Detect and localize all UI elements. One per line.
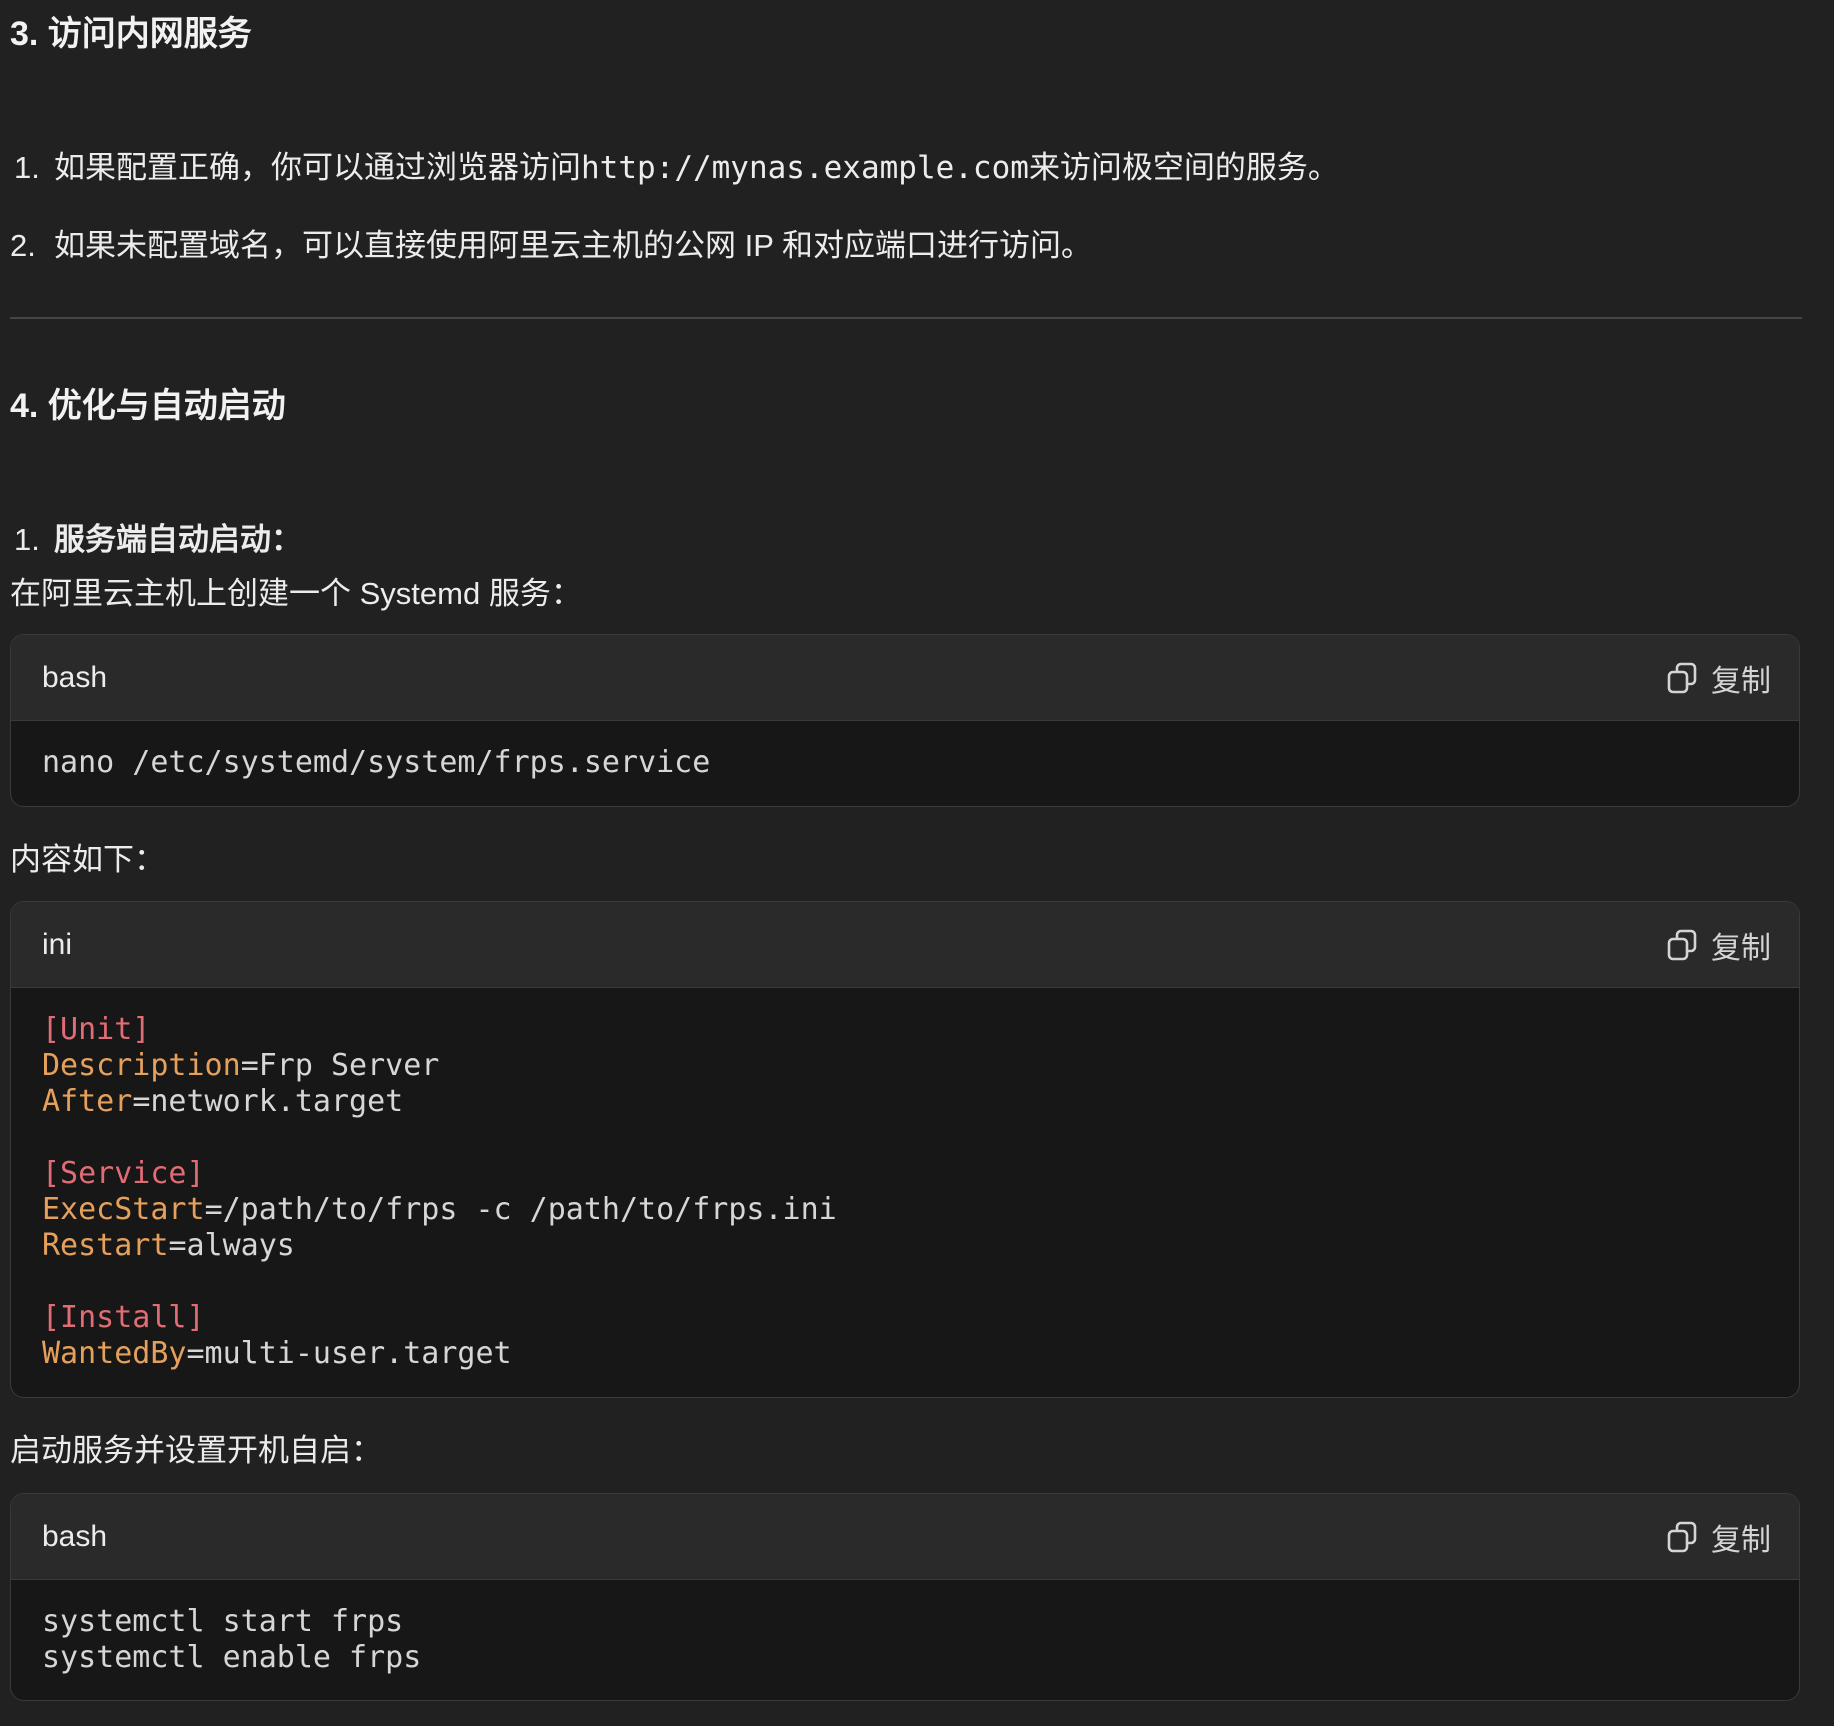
code-block-header: bash 复制 <box>11 1494 1799 1580</box>
code-token-key: ExecStart <box>42 1192 205 1227</box>
copy-label: 复制 <box>1711 664 1771 698</box>
copy-button[interactable]: 复制 <box>1667 1515 1771 1559</box>
list-item: 1. 服务端自动启动： <box>14 520 1794 560</box>
list-text: 来访问极空间的服务。 <box>1028 150 1339 185</box>
section-4-heading: 4. 优化与自动启动 <box>10 387 286 425</box>
chat-response: 3. 访问内网服务 1. 如果配置正确，你可以通过浏览器访问 http://my… <box>0 0 1834 1726</box>
list-item: 1. 如果配置正确，你可以通过浏览器访问 http://mynas.exampl… <box>14 148 1794 188</box>
code-block: bash 复制 nano /etc/systemd/system/frps.se… <box>10 634 1800 807</box>
code-token-section: [Unit] <box>42 1012 151 1047</box>
copy-icon <box>1667 929 1697 961</box>
code-token-val: systemctl start frps <box>42 1604 404 1639</box>
list-number: 1. <box>14 522 40 557</box>
code-line: WantedBy=multi-user.target <box>42 1336 1768 1372</box>
code-token-section: [Install] <box>42 1300 205 1335</box>
section-3-heading: 3. 访问内网服务 <box>10 15 252 53</box>
code-block: ini 复制 [Unit] Description=Frp Server After… <box>10 901 1800 1398</box>
copy-button[interactable]: 复制 <box>1667 656 1771 700</box>
code-language-label: ini <box>42 927 73 961</box>
copy-label: 复制 <box>1711 931 1771 965</box>
list-number: 2. <box>10 228 36 263</box>
list-text: 如果未配置域名，可以直接使用阿里云主机的公网 IP 和对应端口进行访问。 <box>54 228 1092 263</box>
code-token-val: nano /etc/systemd/system/frps.service <box>42 745 711 780</box>
code-line: [Service] <box>42 1156 1768 1192</box>
code-token-key: WantedBy <box>42 1336 187 1371</box>
code-content: systemctl start frps systemctl enable frp… <box>11 1580 1799 1698</box>
code-line: systemctl start frps <box>42 1604 1768 1640</box>
paragraph-content-label: 内容如下： <box>10 842 165 877</box>
code-line: Restart=always <box>42 1228 1768 1264</box>
code-token-section: [Service] <box>42 1156 205 1191</box>
paragraph-intro: 在阿里云主机上创建一个 Systemd 服务： <box>10 576 582 611</box>
code-line: systemctl enable frps <box>42 1640 1768 1676</box>
code-language-label: bash <box>42 1519 108 1553</box>
paragraph-start-label: 启动服务并设置开机自启： <box>10 1433 382 1468</box>
code-language-label: bash <box>42 660 108 694</box>
code-block-header: ini 复制 <box>11 902 1799 988</box>
code-content: [Unit] Description=Frp Server After=networ… <box>11 988 1799 1394</box>
code-token-key: After <box>42 1084 133 1119</box>
code-token-val: =network.target <box>132 1084 404 1119</box>
list-text: 如果配置正确，你可以通过浏览器访问 <box>54 150 581 185</box>
code-block: bash 复制 systemctl start frps systemctl en… <box>10 1493 1800 1701</box>
copy-label: 复制 <box>1711 1523 1771 1557</box>
code-line: nano /etc/systemd/system/frps.service <box>42 745 1768 781</box>
copy-button[interactable]: 复制 <box>1667 923 1771 967</box>
code-token-val: =multi-user.target <box>186 1336 512 1371</box>
code-token-val: =always <box>168 1228 295 1263</box>
copy-icon <box>1667 1521 1697 1553</box>
list-number: 1. <box>14 150 40 185</box>
code-line: [Unit] <box>42 1012 1768 1048</box>
section-divider <box>10 317 1802 319</box>
list-label-bold: 服务端自动启动： <box>54 522 302 557</box>
code-line: [Install] <box>42 1300 1768 1336</box>
code-line: After=network.target <box>42 1084 1768 1120</box>
code-content: nano /etc/systemd/system/frps.service <box>11 721 1799 803</box>
code-token-key: Description <box>42 1048 241 1083</box>
code-block-header: bash 复制 <box>11 635 1799 721</box>
code-token-val: =Frp Server <box>240 1048 440 1083</box>
code-line: Description=Frp Server <box>42 1048 1768 1084</box>
inline-code-url[interactable]: http://mynas.example.com <box>581 148 1029 188</box>
code-token-val: systemctl enable frps <box>42 1640 422 1675</box>
code-token-key: Restart <box>42 1228 169 1263</box>
copy-icon <box>1667 662 1697 694</box>
code-line: ExecStart=/path/to/frps -c /path/to/frps… <box>42 1192 1768 1228</box>
code-token-val: =/path/to/frps -c /path/to/frps.ini <box>204 1192 837 1227</box>
list-item: 2. 如果未配置域名，可以直接使用阿里云主机的公网 IP 和对应端口进行访问。 <box>10 226 1794 266</box>
